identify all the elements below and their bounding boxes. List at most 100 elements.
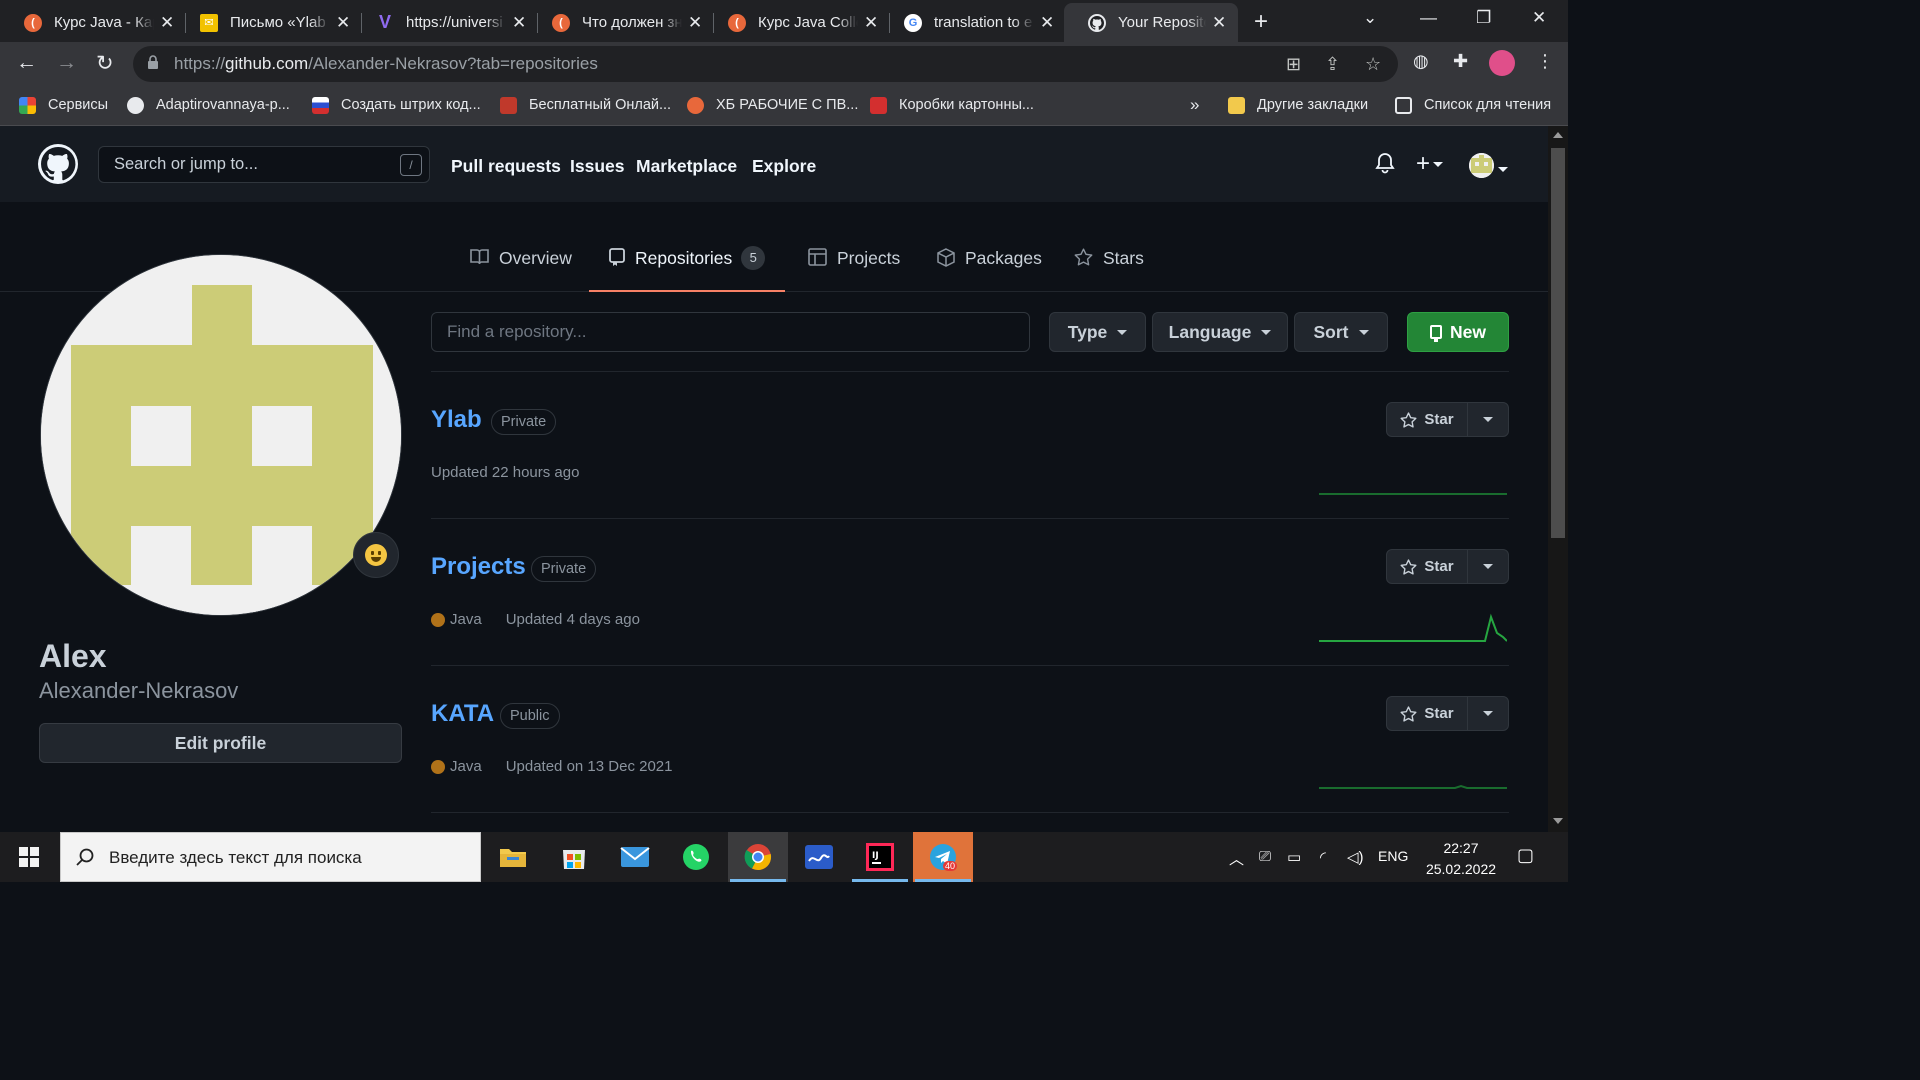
nav-issues[interactable]: Issues bbox=[570, 156, 624, 177]
scroll-down-icon[interactable] bbox=[1553, 818, 1563, 824]
user-avatar-small[interactable] bbox=[1469, 153, 1494, 178]
whatsapp-icon[interactable] bbox=[666, 832, 726, 882]
close-tab-icon[interactable]: ✕ bbox=[1040, 13, 1056, 33]
repo-name-link[interactable]: Projects bbox=[431, 553, 526, 581]
bookmark-2[interactable]: Adaptirovannaya-p... bbox=[127, 94, 290, 116]
browser-tab-2[interactable]: ✉ Письмо «Ylab ✕ bbox=[176, 3, 362, 42]
mail-app-icon[interactable] bbox=[605, 832, 665, 882]
scrollbar-thumb[interactable] bbox=[1551, 148, 1565, 538]
repo-name-link[interactable]: Ylab bbox=[431, 406, 482, 434]
meet-now-icon[interactable]: ⎚ bbox=[1259, 848, 1271, 865]
browser-tab-4[interactable]: ( Что должен зн ✕ bbox=[528, 3, 714, 42]
create-new-plus-icon[interactable]: + bbox=[1416, 150, 1443, 178]
bookmark-3[interactable]: Создать штрих код... bbox=[312, 94, 481, 116]
forward-icon[interactable]: → bbox=[56, 51, 77, 75]
boxes-icon bbox=[870, 96, 887, 114]
chevron-down-icon bbox=[1358, 329, 1369, 335]
tab-packages-label: Packages bbox=[965, 248, 1042, 268]
address-bar[interactable]: https://github.com/Alexander-Nekrasov?ta… bbox=[133, 46, 1398, 82]
language-filter-button[interactable]: Language bbox=[1152, 312, 1288, 352]
notifications-bell-icon[interactable] bbox=[1375, 152, 1395, 179]
extensions-puzzle-icon[interactable]: ✚ bbox=[1453, 51, 1468, 72]
close-window-icon[interactable]: ✕ bbox=[1532, 8, 1546, 28]
scroll-up-icon[interactable] bbox=[1553, 132, 1563, 138]
apps-grid-icon bbox=[19, 96, 36, 114]
course-favicon-icon: ( bbox=[728, 13, 746, 32]
browser-tab-active[interactable]: Your Repositor ✕ bbox=[1064, 3, 1238, 42]
action-center-icon[interactable]: ▢ bbox=[1517, 845, 1534, 866]
browser-menu-icon[interactable]: ⋮ bbox=[1536, 51, 1554, 72]
bookmark-services[interactable]: Сервисы bbox=[19, 94, 108, 116]
volume-icon[interactable]: ◁) bbox=[1347, 848, 1364, 866]
browser-tab-3[interactable]: V https://universi ✕ bbox=[352, 3, 538, 42]
browser-tab-1[interactable]: ( Курс Java - Кар ✕ bbox=[0, 3, 186, 42]
minimize-icon[interactable]: — bbox=[1420, 8, 1437, 28]
repo-name-link[interactable]: KATA bbox=[431, 700, 494, 728]
back-icon[interactable]: ← bbox=[16, 51, 37, 75]
close-tab-icon[interactable]: ✕ bbox=[336, 13, 352, 33]
star-list-dropdown[interactable] bbox=[1468, 697, 1508, 730]
type-filter-button[interactable]: Type bbox=[1049, 312, 1146, 352]
user-avatar-large[interactable] bbox=[40, 254, 402, 616]
new-tab-icon[interactable]: + bbox=[1254, 8, 1268, 36]
tab-packages[interactable]: Packages bbox=[937, 248, 1042, 292]
wifi-icon[interactable]: ◜ bbox=[1320, 848, 1326, 866]
browser-tab-5[interactable]: ( Курс Java Colle ✕ bbox=[704, 3, 890, 42]
whiteboard-icon[interactable] bbox=[789, 832, 849, 882]
new-repository-button[interactable]: New bbox=[1407, 312, 1509, 352]
windows-start-icon[interactable] bbox=[19, 847, 39, 867]
tab-stars[interactable]: Stars bbox=[1074, 248, 1144, 292]
taskbar-search-input[interactable]: Введите здесь текст для поиска bbox=[60, 832, 481, 882]
nav-explore[interactable]: Explore bbox=[752, 156, 816, 177]
tab-title: Your Repositor bbox=[1118, 14, 1206, 31]
star-list-dropdown[interactable] bbox=[1468, 550, 1508, 583]
show-hidden-icons-icon[interactable]: ︿ bbox=[1229, 848, 1244, 869]
share-icon[interactable]: ⇪ bbox=[1325, 54, 1340, 75]
microsoft-store-icon[interactable] bbox=[544, 832, 604, 882]
file-explorer-icon[interactable] bbox=[483, 832, 543, 882]
tab-search-icon[interactable]: ⌄ bbox=[1363, 8, 1377, 28]
nav-pull-requests[interactable]: Pull requests bbox=[451, 156, 561, 177]
edit-profile-button[interactable]: Edit profile bbox=[39, 723, 402, 763]
profile-avatar-icon[interactable] bbox=[1489, 50, 1515, 76]
sort-filter-button[interactable]: Sort bbox=[1294, 312, 1388, 352]
activity-sparkline bbox=[1319, 784, 1507, 789]
github-logo-icon[interactable] bbox=[38, 144, 78, 184]
bookmarks-overflow[interactable]: » bbox=[1190, 94, 1199, 116]
close-tab-icon[interactable]: ✕ bbox=[1212, 13, 1228, 33]
star-list-dropdown[interactable] bbox=[1468, 403, 1508, 436]
bookmark-4[interactable]: Бесплатный Онлай... bbox=[500, 94, 671, 116]
page-scrollbar[interactable] bbox=[1548, 126, 1568, 832]
close-tab-icon[interactable]: ✕ bbox=[512, 13, 528, 33]
globe-extension-icon[interactable]: ◍ bbox=[1413, 51, 1429, 72]
reload-icon[interactable]: ↻ bbox=[96, 51, 114, 76]
bookmark-5[interactable]: ХБ РАБОЧИЕ С ПВ... bbox=[687, 94, 858, 116]
translate-icon[interactable]: ⊞ bbox=[1286, 54, 1301, 75]
star-button[interactable]: Star bbox=[1387, 697, 1468, 730]
system-clock[interactable]: 22:27 25.02.2022 bbox=[1418, 838, 1504, 880]
tab-projects[interactable]: Projects bbox=[808, 248, 900, 292]
find-repository-input[interactable] bbox=[431, 312, 1030, 352]
restore-icon[interactable]: ❐ bbox=[1476, 8, 1491, 28]
telegram-icon[interactable]: 40 bbox=[913, 832, 973, 882]
battery-icon[interactable]: ▭ bbox=[1287, 848, 1301, 866]
close-tab-icon[interactable]: ✕ bbox=[864, 13, 880, 33]
close-tab-icon[interactable]: ✕ bbox=[688, 13, 704, 33]
browser-tab-6[interactable]: G translation to e ✕ bbox=[880, 3, 1066, 42]
bookmark-6[interactable]: Коробки картонны... bbox=[870, 94, 1034, 116]
star-button[interactable]: Star bbox=[1387, 550, 1468, 583]
github-search-input[interactable]: Search or jump to... / bbox=[98, 146, 430, 183]
star-button[interactable]: Star bbox=[1387, 403, 1468, 436]
avatar-dropdown-caret-icon[interactable] bbox=[1498, 158, 1508, 179]
tab-overview[interactable]: Overview bbox=[470, 248, 572, 292]
close-tab-icon[interactable]: ✕ bbox=[160, 13, 176, 33]
reading-list[interactable]: Список для чтения bbox=[1395, 94, 1551, 116]
intellij-idea-icon[interactable]: IJ bbox=[850, 832, 910, 882]
nav-marketplace[interactable]: Marketplace bbox=[636, 156, 737, 177]
tab-repositories[interactable]: Repositories 5 bbox=[588, 246, 786, 292]
bookmark-star-icon[interactable]: ☆ bbox=[1365, 54, 1381, 75]
input-language[interactable]: ENG bbox=[1378, 848, 1408, 864]
set-status-button[interactable] bbox=[353, 532, 399, 578]
other-bookmarks[interactable]: Другие закладки bbox=[1228, 94, 1368, 116]
chrome-taskbar-icon[interactable] bbox=[728, 832, 788, 882]
